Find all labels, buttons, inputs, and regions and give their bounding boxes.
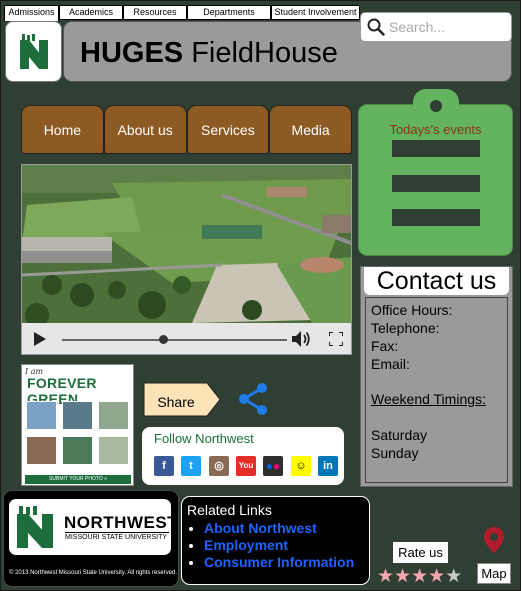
weekend-timings-label: Weekend Timings: xyxy=(371,391,486,407)
video-controls xyxy=(22,323,351,354)
star-icon[interactable]: ★ xyxy=(428,567,445,586)
twitter-icon[interactable]: t xyxy=(181,456,201,476)
event-item[interactable] xyxy=(392,140,480,157)
list-item: Consumer Information xyxy=(204,554,354,570)
events-title: Todays's events xyxy=(389,122,482,137)
photo-thumbnail xyxy=(62,401,93,430)
star-icon[interactable]: ★ xyxy=(411,567,428,586)
related-links-title: Related Links xyxy=(187,502,272,518)
list-item: Employment xyxy=(204,537,354,553)
contact-panel: Contact us Office Hours: Telephone: Fax:… xyxy=(360,266,513,487)
follow-title: Follow Northwest xyxy=(154,431,254,446)
menu-about-us[interactable]: About us xyxy=(103,105,187,154)
events-tag-hole xyxy=(430,100,442,112)
page-title: HUGES FieldHouse xyxy=(80,37,338,70)
menu-media[interactable]: Media xyxy=(269,105,352,154)
photo-thumbnail xyxy=(62,436,93,465)
instagram-icon[interactable]: ◎ xyxy=(209,456,229,476)
brand-divider xyxy=(65,532,169,533)
rating-stars[interactable]: ★ ★ ★ ★ ★ xyxy=(377,567,462,586)
photo-thumbnail xyxy=(98,436,129,465)
northwest-n-icon xyxy=(17,506,53,548)
map-pin-icon[interactable] xyxy=(484,527,504,553)
photo-thumbnail xyxy=(26,401,57,430)
play-icon[interactable] xyxy=(34,332,46,346)
page: Admissions Academics Resources Departmen… xyxy=(0,0,521,591)
photo-thumbnail xyxy=(26,436,57,465)
tab-academics[interactable]: Academics xyxy=(59,5,123,20)
title-rest: FieldHouse xyxy=(191,37,338,69)
tab-admissions[interactable]: Admissions xyxy=(4,5,59,21)
star-icon[interactable]: ★ xyxy=(377,567,394,586)
sunday-label: Sunday xyxy=(371,445,419,461)
linkedin-icon[interactable]: in xyxy=(318,456,338,476)
related-links-panel: Related Links About Northwest Employment… xyxy=(181,496,370,585)
flickr-icon[interactable]: ●● xyxy=(263,456,283,476)
tab-resources[interactable]: Resources xyxy=(123,5,187,20)
share-icon[interactable] xyxy=(237,382,269,416)
star-icon[interactable]: ★ xyxy=(445,567,462,586)
contact-title: Contact us xyxy=(364,267,509,295)
tab-student-involvement[interactable]: Student Involvement xyxy=(271,5,360,20)
northwest-brand-name: NORTHWEST xyxy=(64,513,179,532)
link-employment[interactable]: Employment xyxy=(204,537,288,553)
event-item[interactable] xyxy=(392,175,480,192)
forever-green-banner[interactable]: I am FOREVER GREEN SUBMIT YOUR PHOTO » xyxy=(21,364,134,486)
footer-brand: NORTHWEST MISSOURI STATE UNIVERSITY © 20… xyxy=(3,490,179,587)
search-input[interactable] xyxy=(389,19,509,35)
share-button[interactable]: Share xyxy=(143,382,221,422)
title-bold: HUGES xyxy=(80,37,184,69)
rate-us-button[interactable]: Rate us xyxy=(393,542,448,563)
search-icon[interactable] xyxy=(367,18,385,36)
northwest-brand-sub: MISSOURI STATE UNIVERSITY xyxy=(65,534,168,541)
northwest-logo-box[interactable]: NORTHWEST MISSOURI STATE UNIVERSITY xyxy=(9,499,178,555)
facebook-icon[interactable]: f xyxy=(154,456,174,476)
link-consumer-information[interactable]: Consumer Information xyxy=(204,554,354,570)
telephone-label: Telephone: xyxy=(371,320,440,336)
saturday-label: Saturday xyxy=(371,427,428,443)
menu-services[interactable]: Services xyxy=(186,105,270,154)
map-button[interactable]: Map xyxy=(477,563,511,584)
youtube-icon[interactable]: You xyxy=(236,456,256,476)
events-card: Todays's events xyxy=(358,89,513,256)
event-item[interactable] xyxy=(392,209,480,226)
photo-thumbnail xyxy=(98,401,129,430)
share-label: Share xyxy=(157,394,195,410)
volume-icon[interactable] xyxy=(292,331,312,347)
related-links-list: About Northwest Employment Consumer Info… xyxy=(204,520,354,571)
aerial-fieldhouse-photo xyxy=(22,165,351,323)
video-seek-bar[interactable] xyxy=(62,339,287,341)
office-hours-label: Office Hours: xyxy=(371,302,453,318)
star-icon[interactable]: ★ xyxy=(394,567,411,586)
email-label: Email: xyxy=(371,356,410,372)
link-about-northwest[interactable]: About Northwest xyxy=(204,520,317,536)
logo[interactable] xyxy=(5,21,62,82)
video-player[interactable] xyxy=(21,164,352,355)
main-menu: Home About us Services Media xyxy=(21,105,352,154)
fax-label: Fax: xyxy=(371,338,399,354)
search-box[interactable] xyxy=(360,12,512,42)
copyright-text: © 2013 Northwest Missouri State Universi… xyxy=(9,570,178,576)
list-item: About Northwest xyxy=(204,520,354,536)
video-seek-handle[interactable] xyxy=(159,335,169,344)
menu-home[interactable]: Home xyxy=(21,105,104,154)
submit-photo-link[interactable]: SUBMIT YOUR PHOTO » xyxy=(25,475,131,484)
tab-departments[interactable]: Departments xyxy=(187,5,271,20)
snapchat-icon[interactable]: ☺ xyxy=(291,456,311,476)
contact-details: Office Hours: Telephone: Fax: Email: Wee… xyxy=(365,297,508,483)
northwest-logo-icon xyxy=(19,33,48,69)
follow-panel: Follow Northwest f t ◎ You ●● ☺ in xyxy=(142,427,344,485)
fullscreen-icon[interactable] xyxy=(329,332,343,346)
top-nav: Admissions Academics Resources Departmen… xyxy=(4,5,360,21)
